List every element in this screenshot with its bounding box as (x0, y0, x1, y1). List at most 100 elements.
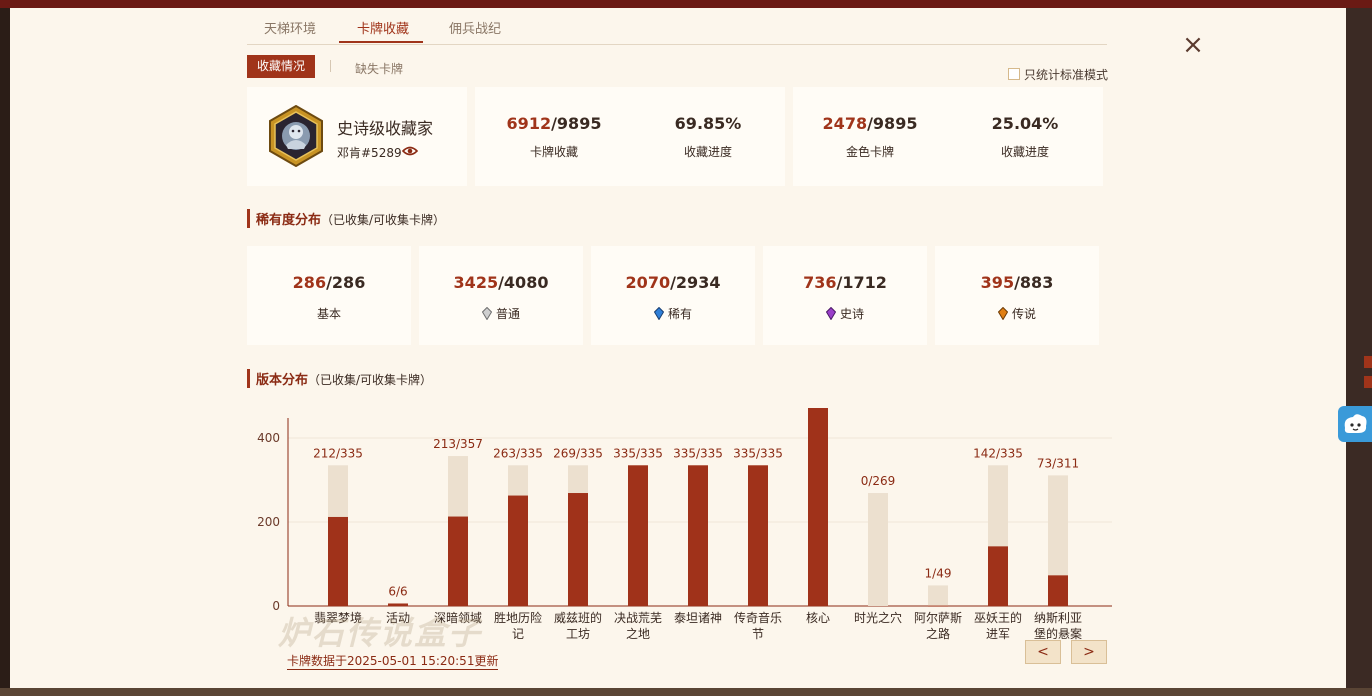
x-tick-label: 威兹班的 (554, 610, 602, 625)
rarity-card-basic: 286/286 基本 (247, 246, 411, 345)
subtab-divider (330, 60, 331, 72)
bar-owned (448, 516, 468, 606)
version-section-title: 版本分布（已收集/可收集卡牌） (247, 369, 432, 388)
prev-page-button[interactable]: < (1025, 640, 1061, 664)
rarity-owned: 736 (803, 273, 837, 292)
legendary-gem-icon (997, 307, 1008, 320)
golden-card: 2478/9895 金色卡牌 25.04% 收藏进度 (793, 87, 1103, 186)
tab-active-indicator (339, 41, 423, 43)
bar-owned (508, 495, 528, 606)
collection-panel: 天梯环境 卡牌收藏 佣兵战纪 × 收藏情况 缺失卡牌 只统计标准模式 史诗级收藏… (10, 8, 1346, 688)
epic-gem-icon (825, 307, 836, 320)
close-icon[interactable]: × (1180, 32, 1206, 58)
common-gem-icon (481, 307, 492, 320)
rarity-label: 史诗 (839, 307, 864, 321)
rarity-label: 普通 (495, 307, 520, 321)
x-tick-label: 传奇音乐 (734, 610, 782, 625)
tab-collection[interactable]: 卡牌收藏 (357, 18, 409, 37)
bar-owned (808, 408, 828, 606)
rarity-owned: 2070 (625, 273, 671, 292)
x-tick-label: 堡的悬案 (1034, 626, 1082, 641)
bar-owned (1048, 575, 1068, 606)
collection-owned: 6912 (506, 114, 552, 133)
background-bottom (0, 688, 1372, 696)
x-tick-label: 巫妖王的 (974, 610, 1022, 625)
y-tick-label: 400 (257, 431, 280, 445)
collection-percent-label: 收藏进度 (683, 145, 732, 159)
x-tick-label: 之路 (926, 626, 950, 641)
bar-data-label: 6/6 (388, 584, 407, 598)
updated-timestamp-link[interactable]: 卡牌数据于2025-05-01 15:20:51更新 (287, 652, 499, 670)
rarity-label: 传说 (1011, 307, 1036, 321)
bar-owned (748, 465, 768, 606)
collection-percent: 69.85% (674, 114, 742, 133)
x-tick-label: 之地 (626, 627, 650, 641)
rarity-section-title: 稀有度分布（已收集/可收集卡牌） (247, 209, 445, 228)
collection-card: 6912/9895 卡牌收藏 69.85% 收藏进度 (475, 87, 785, 186)
rarity-card-rare: 2070/2934 稀有 (591, 246, 755, 345)
bar-owned (688, 465, 708, 606)
rarity-owned: 395 (980, 273, 1015, 292)
bar-owned (568, 493, 588, 606)
golden-percent: 25.04% (991, 114, 1059, 133)
rarity-card-common: 3425/4080 普通 (419, 246, 583, 345)
bar-owned (988, 546, 1008, 606)
tab-mercenaries[interactable]: 佣兵战纪 (449, 18, 501, 37)
subtab-missing-cards[interactable]: 缺失卡牌 (355, 60, 403, 77)
subtab-collection-status[interactable]: 收藏情况 (247, 55, 315, 78)
tab-ladder[interactable]: 天梯环境 (264, 18, 316, 37)
assistant-mascot-icon (1344, 414, 1367, 433)
bar-data-label: 335/335 (673, 446, 723, 460)
x-tick-label: 时光之穴 (854, 610, 902, 625)
bar-data-label: 269/335 (553, 446, 603, 460)
rarity-total: /4080 (498, 273, 549, 292)
rarity-total: /1712 (836, 273, 887, 292)
rarity-label: 基本 (316, 307, 341, 321)
rarity-subtitle: （已收集/可收集卡牌） (321, 213, 446, 227)
x-tick-label: 胜地历险 (494, 610, 542, 625)
collection-label: 卡牌收藏 (529, 145, 578, 159)
next-page-button[interactable]: > (1071, 640, 1107, 664)
profile-card: 史诗级收藏家 邓肯#5289 (247, 87, 467, 186)
checkbox-box[interactable] (1008, 68, 1020, 80)
version-subtitle: （已收集/可收集卡牌） (308, 373, 433, 387)
x-tick-label: 工坊 (566, 626, 590, 641)
golden-percent-label: 收藏进度 (1000, 145, 1049, 159)
rarity-owned: 3425 (453, 273, 499, 292)
bar-data-label: 335/335 (733, 446, 783, 460)
rarity-label: 稀有 (667, 307, 692, 321)
bar-owned (388, 603, 408, 606)
golden-total: /9895 (867, 114, 918, 133)
x-tick-label: 纳斯利亚 (1034, 611, 1082, 625)
golden-stat: 2478/9895 金色卡牌 (811, 114, 929, 160)
x-tick-label: 阿尔萨斯 (914, 610, 962, 625)
side-marker (1364, 356, 1372, 368)
assistant-float-button[interactable] (1338, 406, 1372, 442)
collection-progress-stat: 69.85% 收藏进度 (649, 114, 767, 160)
bar-data-label: 335/335 (613, 446, 663, 460)
version-title-text: 版本分布 (256, 373, 309, 388)
bar-owned (928, 605, 948, 607)
rarity-total: /883 (1014, 273, 1054, 292)
rarity-title-text: 稀有度分布 (256, 213, 322, 228)
rarity-total: /286 (326, 273, 366, 292)
x-tick-label: 决战荒芜 (614, 611, 662, 625)
side-marker (1364, 376, 1372, 388)
standard-only-checkbox[interactable]: 只统计标准模式 (1008, 66, 1108, 83)
main-tabs: 天梯环境 卡牌收藏 佣兵战纪 (247, 8, 1107, 45)
x-tick-label: 泰坦诸神 (674, 611, 722, 625)
watermark-logo: 炉石传说盒子 (278, 614, 483, 652)
bar-data-label: 0/269 (861, 474, 896, 488)
rare-gem-icon (653, 307, 664, 320)
window-top-strip (0, 0, 1372, 8)
standard-only-label: 只统计标准模式 (1024, 68, 1109, 82)
bar-data-label: 263/335 (493, 446, 543, 460)
golden-progress-stat: 25.04% 收藏进度 (966, 114, 1084, 160)
golden-owned: 2478 (822, 114, 868, 133)
background-edge (1346, 8, 1372, 696)
bar-data-label: 213/357 (433, 437, 483, 451)
eye-icon[interactable] (402, 145, 418, 157)
collector-badge-icon (269, 105, 323, 167)
rarity-total: /2934 (670, 273, 721, 292)
bar-data-label: 1/49 (925, 566, 952, 580)
